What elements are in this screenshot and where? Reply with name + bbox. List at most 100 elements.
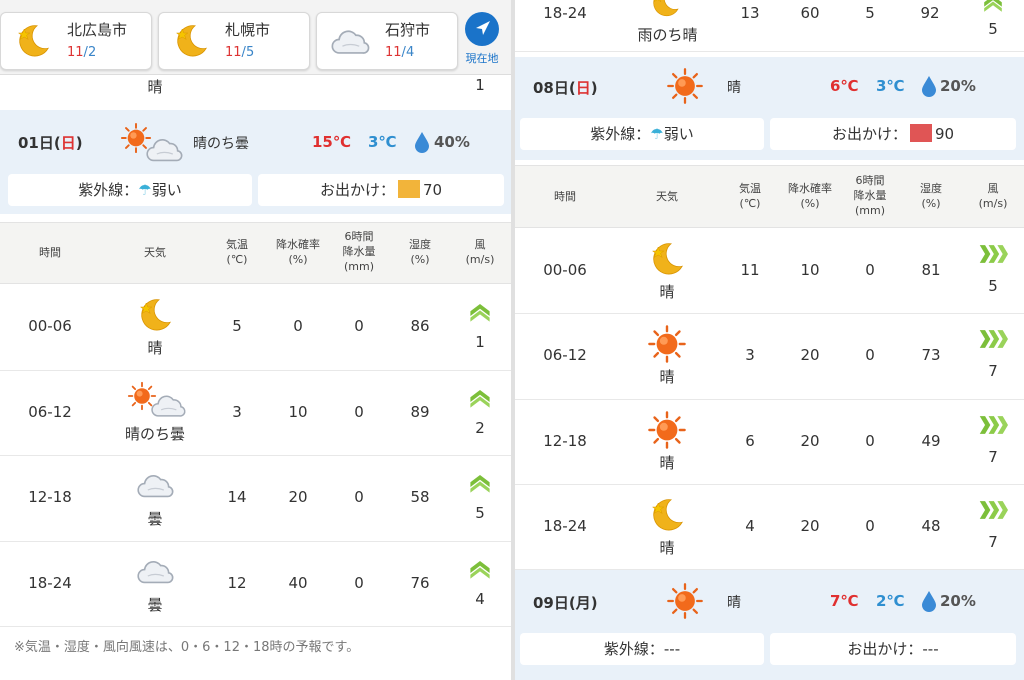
day-weather: 晴: [727, 595, 741, 611]
uv-icon: ☂: [650, 125, 664, 143]
temp-cell: 13: [740, 4, 760, 22]
raindrop-icon: [415, 132, 429, 153]
sun-icon: [647, 410, 687, 450]
right-screen: 18-24 雨のち晴 13 60 5 92 5 08日(日) 晴 6℃ 3℃ 2…: [515, 0, 1024, 680]
temp-cell: 3: [745, 346, 755, 365]
location-date: 11/4: [385, 45, 415, 60]
wind-arrow-icon: [468, 385, 492, 411]
temp-cell: 3: [232, 402, 242, 421]
table-row: 06-12 晴のち曇 3 10 0 89 2: [0, 371, 511, 456]
temp-cell: 14: [227, 488, 247, 506]
uv-icon: ☂: [138, 181, 152, 199]
pop-cell: 0: [293, 317, 303, 335]
precip-cell: 0: [354, 402, 364, 421]
pop-cell: 10: [800, 261, 820, 279]
current-location-button[interactable]: 現在地: [462, 12, 502, 70]
table-row: 18-24 雨のち晴 13 60 5 92 5: [515, 0, 1024, 52]
location-card-ishikari[interactable]: 石狩市 11/4: [316, 12, 458, 70]
weather-label: 晴: [659, 283, 675, 301]
location-arrow-icon: [465, 12, 499, 46]
location-card-kitahiroshima[interactable]: 北広島市 11/2: [0, 12, 152, 70]
high-temp: 15℃: [312, 133, 352, 151]
location-bar: 北広島市 11/2 札幌市 11/5 石狩市 11/4 現在地: [0, 0, 511, 75]
precip-cell: 5: [865, 4, 875, 22]
rain-chance: 20%: [940, 77, 976, 95]
col-precip: 6時間 降水量 (mm): [853, 174, 887, 217]
weather-label: 曇: [147, 510, 163, 528]
sun-icon: [666, 582, 704, 620]
table-row: 00-06 晴 5 0 0 86 1: [0, 285, 511, 371]
moon-icon: [647, 495, 687, 535]
sun-icon: [666, 67, 704, 105]
humidity-cell: 76: [410, 573, 430, 592]
moon-icon: [135, 295, 175, 335]
humidity-cell: 81: [921, 261, 941, 279]
col-weather: 天気: [656, 190, 678, 203]
table-row: 晴 1: [0, 70, 511, 110]
col-weather: 天気: [144, 246, 166, 259]
time-cell: 18-24: [543, 516, 587, 535]
weather-label: 晴: [659, 538, 675, 557]
wind-value: 4: [475, 589, 485, 608]
outing-index: お出かけ： 70: [258, 174, 504, 206]
col-precip: 6時間 降水量 (mm): [342, 230, 376, 273]
humidity-cell: 49: [921, 431, 941, 450]
temp-cell: 11: [740, 261, 760, 279]
uv-index: 紫外線：☂弱い: [8, 174, 252, 206]
outing-icon: [397, 180, 420, 198]
location-name: 石狩市: [385, 21, 431, 39]
rain-chance: 40%: [434, 133, 470, 151]
precip-cell: 0: [865, 346, 875, 365]
weather-label: 晴のち曇: [124, 424, 185, 443]
table-header: 時間 天気 気温 (℃) 降水確率 (%) 6時間 降水量 (mm) 湿度 (%…: [0, 222, 511, 284]
precip-cell: 0: [354, 488, 364, 506]
humidity-cell: 73: [921, 346, 941, 365]
time-cell: 06-12: [543, 346, 587, 365]
pop-cell: 20: [288, 488, 308, 506]
day-weather: 晴: [727, 80, 741, 96]
humidity-cell: 86: [410, 317, 430, 335]
precip-cell: 0: [865, 431, 875, 450]
precip-cell: 0: [354, 317, 364, 335]
wind-value: 5: [475, 504, 485, 522]
weather-label: 晴: [147, 339, 163, 357]
temp-cell: 12: [227, 573, 247, 592]
table-row: 12-18 曇 14 20 0 58 5: [0, 456, 511, 542]
time-cell: 00-06: [543, 261, 587, 279]
wind-arrow-icon: [468, 556, 492, 582]
precip-cell: 0: [354, 573, 364, 592]
wind-arrow-icon: [978, 499, 1008, 521]
pop-cell: 20: [800, 431, 820, 450]
day-date: 08日(日): [533, 79, 598, 97]
day-header: 09日(月) 晴 7℃ 2℃ 20% 紫外線：--- お出かけ：---: [515, 570, 1024, 680]
day-date: 09日(月): [533, 594, 598, 612]
cloud-icon: [329, 21, 371, 63]
weather-label: 晴: [659, 368, 675, 387]
low-temp: 2℃: [876, 592, 905, 610]
time-cell: 18-24: [28, 573, 72, 592]
raindrop-icon: [922, 591, 936, 612]
location-card-sapporo[interactable]: 札幌市 11/5: [158, 12, 310, 70]
table-header: 時間 天気 気温 (℃) 降水確率 (%) 6時間 降水量 (mm) 湿度 (%…: [515, 165, 1024, 228]
wind-arrow-icon: [978, 243, 1008, 265]
wind-value: 2: [475, 418, 485, 437]
wind-arrow-icon: [980, 0, 1006, 14]
wind-arrow-icon: [468, 299, 492, 325]
humidity-cell: 92: [920, 4, 940, 22]
col-temp: 気温 (℃): [739, 182, 761, 210]
high-temp: 6℃: [830, 77, 859, 95]
cloud-icon: [135, 466, 175, 506]
col-pop: 降水確率 (%): [788, 182, 832, 210]
pop-cell: 10: [288, 402, 308, 421]
humidity-cell: 58: [410, 488, 430, 506]
col-temp: 気温 (℃): [226, 238, 248, 266]
time-cell: 06-12: [28, 402, 72, 421]
col-humidity: 湿度 (%): [409, 238, 431, 266]
temp-cell: 4: [745, 516, 755, 535]
rain-chance: 20%: [940, 592, 976, 610]
sun-icon: [647, 324, 687, 364]
outing-index: お出かけ：---: [770, 633, 1016, 665]
wind-value: 7: [988, 532, 998, 551]
low-temp: 3℃: [368, 133, 397, 151]
pop-cell: 60: [800, 4, 820, 22]
